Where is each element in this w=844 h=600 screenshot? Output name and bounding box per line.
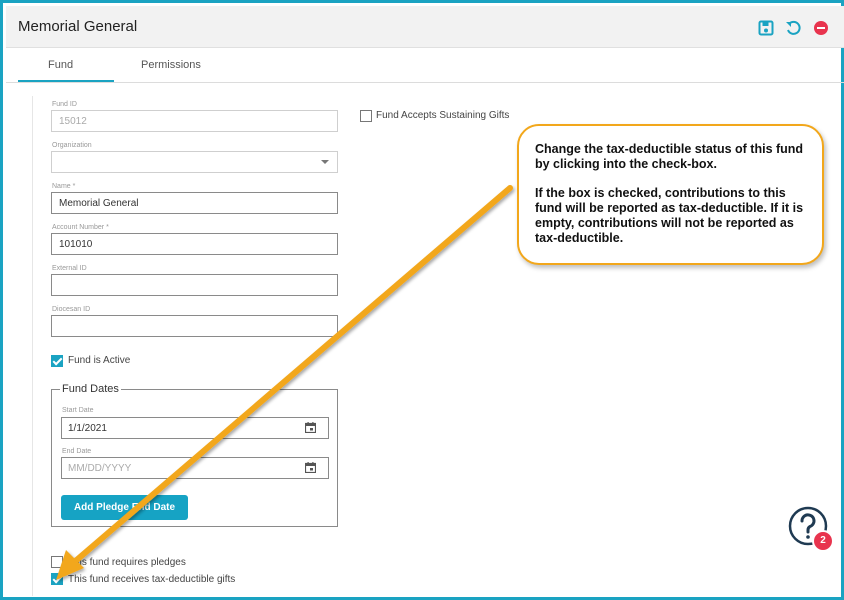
name-input[interactable]: Memorial General [51, 192, 338, 214]
account-number-label: Account Number * [52, 224, 109, 231]
tax-deductible-checkbox[interactable] [51, 573, 63, 585]
requires-pledges-label: This fund requires pledges [68, 557, 186, 568]
organization-label: Organization [52, 142, 92, 149]
fund-id-input: 15012 [51, 110, 338, 132]
tax-deductible-label: This fund receives tax-deductible gifts [68, 574, 236, 585]
organization-select[interactable] [51, 151, 338, 173]
fund-dates-legend: Fund Dates [60, 383, 121, 395]
tab-permissions[interactable]: Permissions [141, 59, 201, 71]
calendar-icon[interactable] [305, 422, 316, 433]
remove-icon[interactable] [813, 20, 829, 36]
external-id-label: External ID [52, 265, 87, 272]
calendar-icon[interactable] [305, 462, 316, 473]
requires-pledges-checkbox[interactable] [51, 556, 63, 568]
start-date-value: 1/1/2021 [68, 423, 107, 434]
tab-bar: Fund Permissions [6, 49, 844, 83]
end-date-label: End Date [62, 448, 92, 455]
name-label: Name * [52, 183, 76, 190]
end-date-placeholder: MM/DD/YYYY [68, 463, 132, 474]
tutorial-callout: Change the tax-deductible status of this… [517, 124, 824, 265]
diocesan-id-label: Diocesan ID [52, 306, 91, 313]
callout-text-1: Change the tax-deductible status of this… [535, 142, 804, 171]
tab-fund[interactable]: Fund [48, 59, 73, 71]
sustaining-gifts-checkbox[interactable] [360, 110, 372, 122]
start-date-input[interactable]: 1/1/2021 [61, 417, 329, 439]
callout-text-2: If the box is checked, contributions to … [535, 186, 804, 245]
end-date-input[interactable]: MM/DD/YYYY [61, 457, 329, 479]
chevron-down-icon [321, 160, 329, 164]
save-icon[interactable] [758, 20, 774, 36]
active-tab-indicator [18, 80, 114, 82]
page-title: Memorial General [18, 18, 138, 35]
sustaining-gifts-label: Fund Accepts Sustaining Gifts [376, 110, 510, 121]
fund-active-checkbox[interactable] [51, 355, 63, 367]
start-date-label: Start Date [62, 407, 94, 414]
undo-icon[interactable] [785, 20, 801, 36]
fund-active-label: Fund is Active [68, 355, 131, 366]
external-id-input[interactable] [51, 274, 338, 296]
notification-badge: 2 [812, 530, 834, 552]
add-pledge-end-date-button[interactable]: Add Pledge End Date [61, 495, 188, 520]
content-divider [32, 96, 33, 596]
diocesan-id-input[interactable] [51, 315, 338, 337]
fund-id-label: Fund ID [52, 101, 77, 108]
header-bar: Memorial General [6, 6, 844, 48]
account-number-input[interactable]: 101010 [51, 233, 338, 255]
